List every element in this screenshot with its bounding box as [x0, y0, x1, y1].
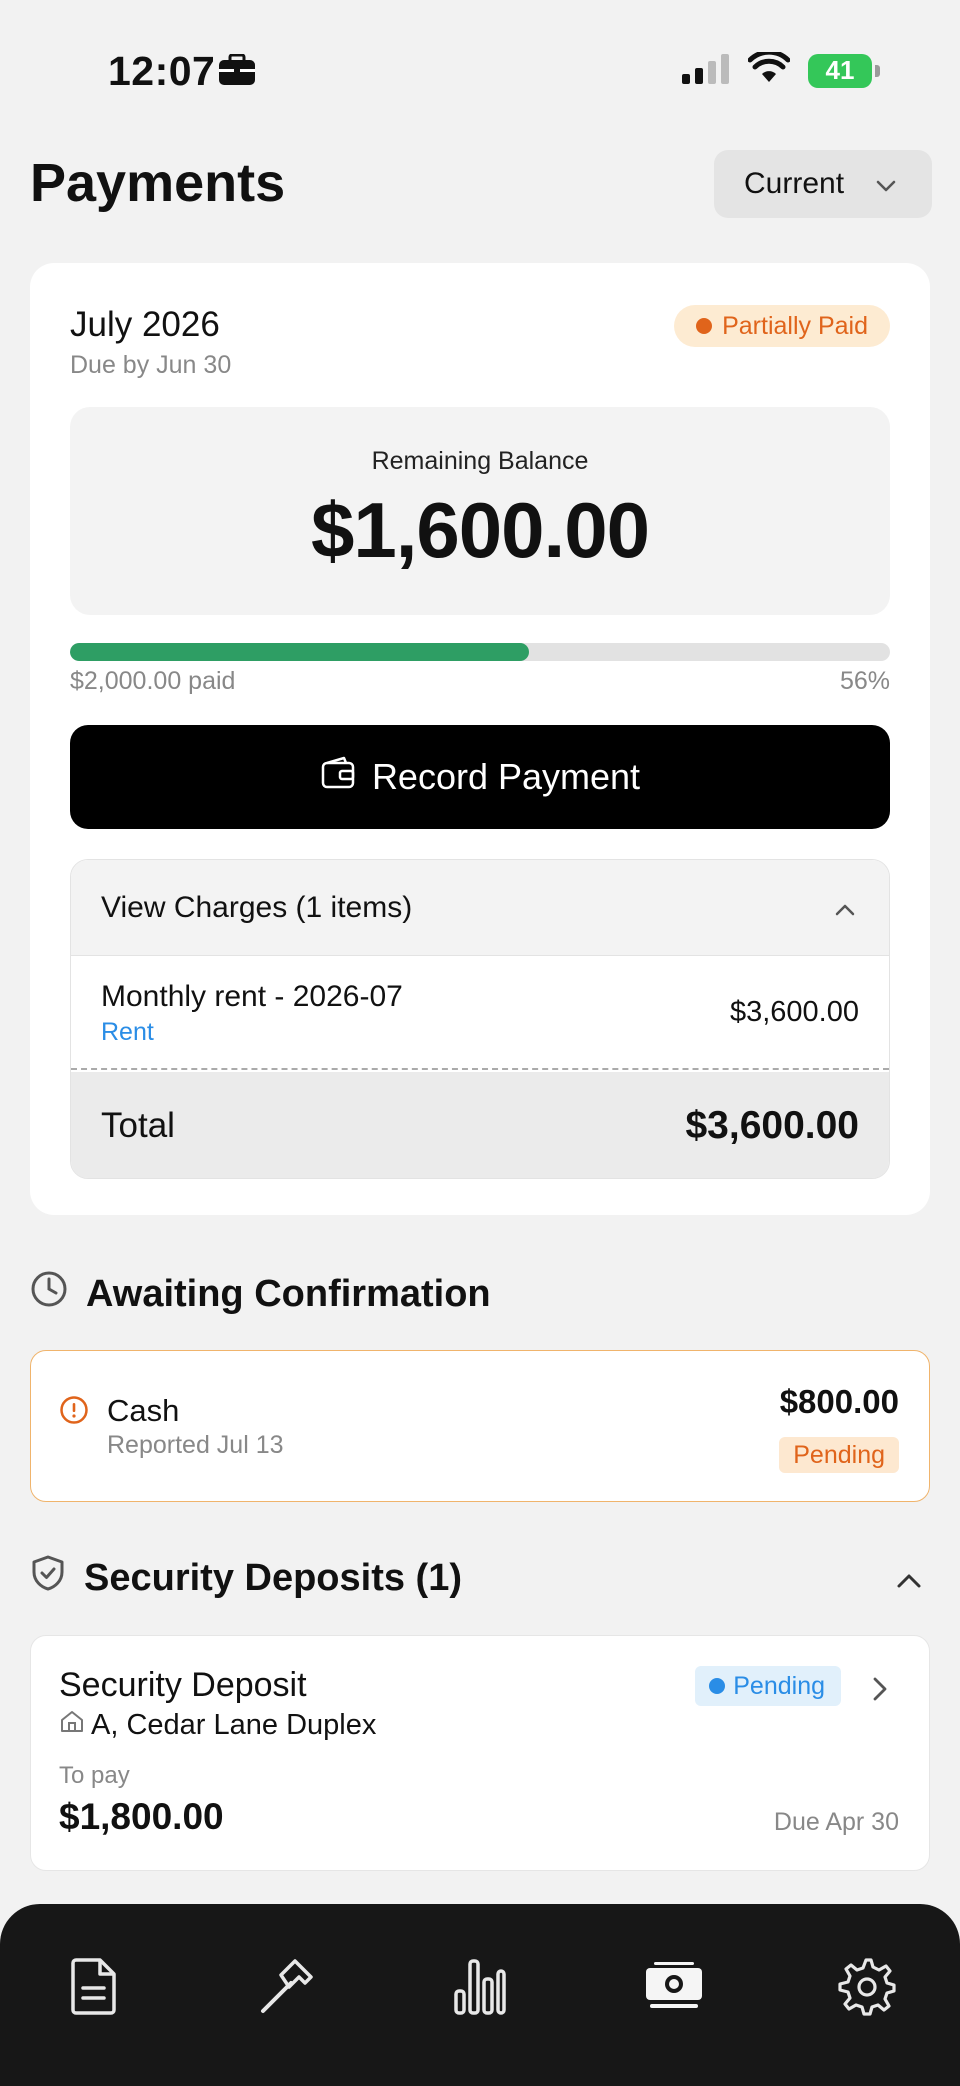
balance-label: Remaining Balance	[371, 447, 589, 475]
status-dot	[696, 318, 713, 334]
charge-amount: $3,600.00	[729, 996, 859, 1028]
payment-progress-bar	[70, 643, 890, 661]
document-icon	[68, 1956, 120, 2021]
deposit-due-date: Due Apr 30	[773, 1808, 899, 1836]
bill-month: July 2026	[70, 305, 220, 344]
chevron-up-icon	[833, 896, 857, 930]
total-amount: $3,600.00	[685, 1104, 859, 1147]
payment-amount: $800.00	[779, 1383, 899, 1420]
deposits-collapse-chevron-icon[interactable]	[894, 1566, 924, 1601]
paid-amount-text: $2,000.00 paid	[70, 667, 236, 695]
chevron-right-icon	[867, 1674, 891, 1709]
charges-panel: View Charges (1 items) Monthly rent - 20…	[70, 859, 890, 1179]
period-dropdown[interactable]: Current	[714, 150, 932, 218]
deposit-location: A, Cedar Lane Duplex	[59, 1708, 376, 1742]
alert-circle-icon	[59, 1395, 89, 1430]
tab-reports[interactable]	[440, 1948, 520, 2028]
status-indicators: 41	[682, 49, 880, 89]
awaiting-section-header: Awaiting Confirmation	[30, 1270, 491, 1318]
pending-payment-card[interactable]: Cash Reported Jul 13 $800.00 Pending	[30, 1350, 930, 1502]
shield-check-icon	[30, 1554, 66, 1602]
cellular-signal-icon	[682, 52, 730, 89]
tab-maintenance[interactable]	[246, 1948, 326, 2028]
balance-amount: $1,600.00	[310, 486, 650, 574]
tab-payments[interactable]	[634, 1948, 714, 2028]
bill-card: July 2026 Due by Jun 30 Partially Paid R…	[30, 263, 930, 1215]
record-payment-label: Record Payment	[371, 756, 641, 797]
awaiting-title: Awaiting Confirmation	[86, 1272, 491, 1315]
deposit-amount: $1,800.00	[59, 1796, 224, 1837]
wifi-icon	[747, 49, 791, 89]
bar-chart-icon	[452, 1955, 508, 2022]
deposits-section-header[interactable]: Security Deposits (1)	[30, 1554, 462, 1602]
status-time: 12:07	[108, 48, 216, 94]
charge-row: Monthly rent - 2026-07 Rent $3,600.00	[71, 956, 889, 1070]
briefcase-icon	[218, 53, 256, 91]
record-payment-button[interactable]: Record Payment	[70, 725, 890, 829]
page-title: Payments	[30, 153, 286, 213]
tab-settings[interactable]	[826, 1948, 906, 2028]
charge-category: Rent	[101, 1018, 154, 1046]
status-badge-label: Partially Paid	[722, 311, 868, 340]
pending-badge: Pending	[779, 1437, 899, 1473]
deposit-status-badge: Pending	[695, 1666, 841, 1706]
charge-name: Monthly rent - 2026-07	[101, 980, 403, 1013]
security-deposit-card[interactable]: Security Deposit A, Cedar Lane Duplex Pe…	[30, 1635, 930, 1871]
status-bar: 12:07 41	[0, 0, 960, 140]
paid-percent-text: 56%	[839, 667, 890, 695]
house-icon	[59, 1708, 85, 1742]
money-icon	[642, 1960, 706, 2017]
battery-icon: 41	[808, 53, 880, 88]
wallet-icon	[320, 755, 356, 800]
deposit-to-pay-label: To pay	[59, 1762, 130, 1789]
deposit-status-label: Pending	[733, 1671, 825, 1700]
total-label: Total	[101, 1106, 175, 1145]
payment-reported-date: Reported Jul 13	[107, 1431, 284, 1459]
total-row: Total $3,600.00	[71, 1072, 889, 1178]
bottom-tab-bar	[0, 1904, 960, 2086]
charges-toggle[interactable]: View Charges (1 items)	[71, 860, 889, 956]
gear-icon	[836, 1956, 896, 2021]
clock-icon	[30, 1270, 68, 1318]
status-badge: Partially Paid	[674, 305, 890, 347]
charges-header-label: View Charges (1 items)	[101, 890, 413, 924]
battery-level: 41	[825, 55, 855, 85]
deposit-location-label: A, Cedar Lane Duplex	[91, 1708, 377, 1741]
hammer-icon	[255, 1955, 317, 2022]
payment-progress-fill	[70, 643, 530, 661]
deposits-title: Security Deposits (1)	[84, 1556, 462, 1599]
deposit-title: Security Deposit	[59, 1666, 307, 1704]
balance-box: Remaining Balance $1,600.00	[70, 407, 890, 615]
payment-method: Cash	[107, 1393, 180, 1428]
chevron-down-icon	[874, 172, 898, 206]
bill-due-date: Due by Jun 30	[70, 351, 232, 379]
deposit-status-dot	[709, 1678, 726, 1694]
tab-documents[interactable]	[54, 1948, 134, 2028]
period-label: Current	[744, 167, 845, 200]
